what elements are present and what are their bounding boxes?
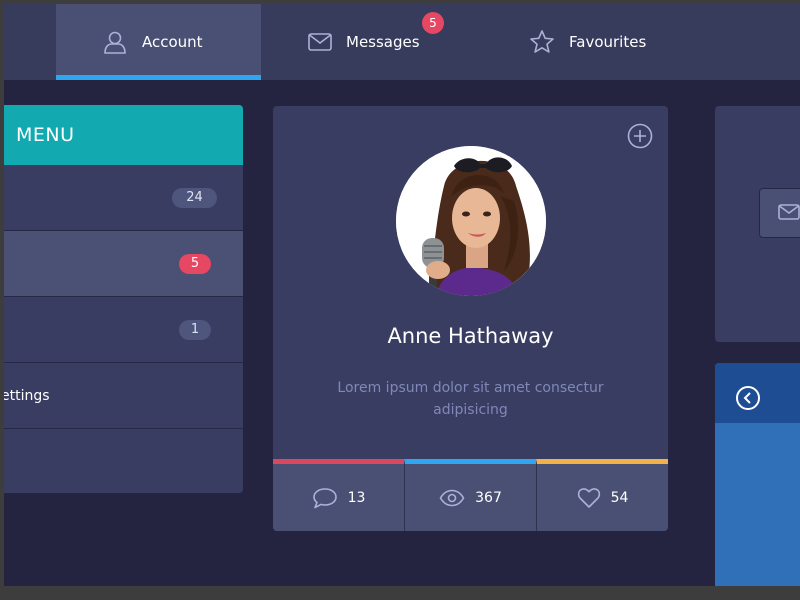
stat-views-value: 367 bbox=[475, 489, 502, 506]
menu-item-active[interactable]: 5 bbox=[4, 231, 243, 297]
stat-comments[interactable]: 13 bbox=[273, 459, 404, 531]
profile-stats: 13 367 54 bbox=[273, 459, 668, 531]
menu-header: MENU bbox=[4, 105, 243, 165]
chevron-left-icon[interactable] bbox=[735, 385, 761, 411]
side-menu: MENU 24 5 1 ettings bbox=[4, 105, 243, 493]
menu-title: MENU bbox=[16, 124, 75, 146]
tab-messages[interactable]: Messages 5 bbox=[304, 4, 474, 80]
menu-item-settings[interactable]: ettings bbox=[4, 363, 243, 429]
tab-favourites[interactable]: Favourites bbox=[525, 4, 705, 80]
tab-account[interactable]: Account bbox=[56, 4, 261, 80]
star-icon bbox=[530, 30, 554, 53]
heart-icon bbox=[577, 487, 600, 508]
stat-likes[interactable]: 54 bbox=[536, 459, 668, 531]
compose-panel bbox=[715, 106, 800, 342]
menu-item-count: 24 bbox=[172, 188, 217, 208]
avatar bbox=[396, 146, 546, 296]
menu-item[interactable]: 24 bbox=[4, 165, 243, 231]
top-nav: Account Messages 5 Favourites bbox=[4, 4, 800, 80]
profile-name: Anne Hathaway bbox=[387, 324, 554, 348]
tab-account-label: Account bbox=[142, 33, 203, 51]
menu-item-count: 1 bbox=[179, 320, 211, 340]
stat-views[interactable]: 367 bbox=[404, 459, 536, 531]
user-icon bbox=[104, 31, 126, 54]
tab-messages-label: Messages bbox=[346, 33, 420, 51]
app-frame: Account Messages 5 Favourites MENU 24 5 … bbox=[4, 4, 800, 586]
menu-item[interactable]: 1 bbox=[4, 297, 243, 363]
stat-likes-value: 54 bbox=[610, 489, 629, 506]
active-tab-indicator bbox=[56, 75, 261, 80]
stat-comments-value: 13 bbox=[347, 489, 366, 506]
menu-item[interactable] bbox=[4, 429, 243, 493]
calendar-panel-header bbox=[715, 363, 800, 423]
avatar-photo bbox=[396, 146, 546, 296]
envelope-icon bbox=[308, 33, 332, 51]
comment-icon bbox=[312, 487, 337, 508]
menu-item-label: ettings bbox=[4, 388, 50, 404]
profile-description: Lorem ipsum dolor sit amet consectur adi… bbox=[337, 380, 604, 418]
tab-favourites-label: Favourites bbox=[569, 33, 647, 51]
messages-badge: 5 bbox=[422, 12, 444, 34]
mail-button[interactable] bbox=[759, 188, 800, 238]
add-icon[interactable] bbox=[627, 123, 653, 149]
envelope-icon bbox=[778, 204, 800, 220]
profile-card: Anne Hathaway Lorem ipsum dolor sit amet… bbox=[273, 106, 668, 531]
menu-item-count: 5 bbox=[179, 254, 211, 274]
calendar-panel bbox=[715, 363, 800, 586]
eye-icon bbox=[439, 489, 465, 506]
